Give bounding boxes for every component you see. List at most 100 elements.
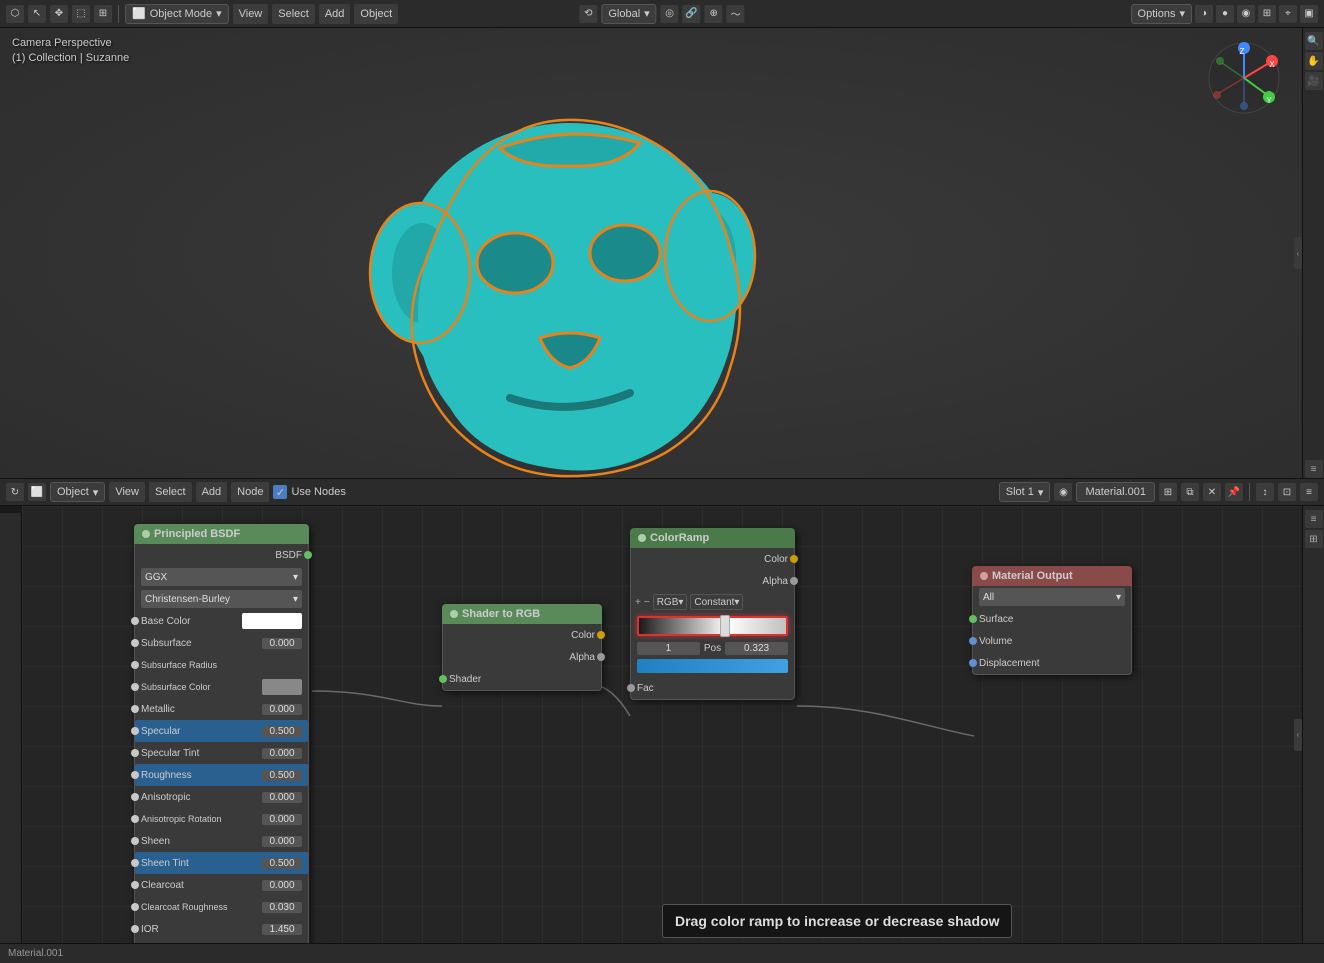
shader-input-socket[interactable] [439, 675, 447, 683]
cursor-icon[interactable]: ↖ [28, 5, 46, 23]
viewport-collapse-handle[interactable]: ‹ [1294, 237, 1302, 269]
subsurface-socket[interactable] [131, 639, 139, 647]
viewport-canvas[interactable]: Camera Perspective (1) Collection | Suza… [0, 28, 1324, 478]
base-color-swatch[interactable] [242, 613, 302, 629]
ggx-dropdown[interactable]: GGX ▾ [141, 568, 302, 586]
ramp-color-bar[interactable] [637, 659, 788, 673]
xray-toggle[interactable]: ▣ [1300, 5, 1318, 23]
material-delete-icon[interactable]: ✕ [1203, 483, 1221, 501]
sheen-socket[interactable] [131, 837, 139, 845]
colorramp-header[interactable]: ColorRamp [630, 528, 795, 548]
christensen-dropdown[interactable]: Christensen-Burley ▾ [141, 590, 302, 608]
node-select-menu[interactable]: Select [149, 482, 192, 502]
gizmo-toggle[interactable]: ⌖ [1279, 5, 1297, 23]
select-menu[interactable]: Select [272, 4, 315, 24]
displacement-socket[interactable] [969, 659, 977, 667]
bsdf-output-socket[interactable] [304, 551, 312, 559]
fac-socket[interactable] [627, 684, 635, 692]
shader-rgb-color-socket[interactable] [597, 631, 605, 639]
subsurface-radius-socket[interactable] [131, 661, 139, 669]
viewport-shading-material[interactable]: ● [1216, 5, 1234, 23]
global-dropdown[interactable]: Global ▾ [601, 4, 656, 24]
shader-to-rgb-node[interactable]: Shader to RGB Color Alpha [442, 604, 602, 691]
node-bar-icon1[interactable]: ↕ [1256, 483, 1274, 501]
matout-header[interactable]: Material Output [972, 566, 1132, 586]
slot-dropdown[interactable]: Slot 1 ▾ [999, 482, 1051, 502]
specular-tint-socket[interactable] [131, 749, 139, 757]
object-mode-dropdown[interactable]: ⬜ Object Mode ▾ [125, 4, 229, 24]
shader-rgb-alpha-socket[interactable] [597, 653, 605, 661]
hand-icon[interactable]: ✋ [1305, 52, 1323, 70]
node-editor-collapse-handle[interactable]: ‹ [1294, 719, 1302, 751]
box-select-icon[interactable]: ⬚ [72, 5, 90, 23]
anisotropic-rot-socket[interactable] [131, 815, 139, 823]
bsdf-node-header[interactable]: Principled BSDF [134, 524, 309, 544]
node-canvas[interactable]: Principled BSDF BSDF GGX ▾ [22, 506, 1302, 963]
node-panel-icon1[interactable]: ≡ [1305, 510, 1323, 528]
add-menu[interactable]: Add [319, 4, 351, 24]
colorramp-node[interactable]: ColorRamp Color Alpha + [630, 528, 795, 700]
roughness-socket[interactable] [131, 771, 139, 779]
transform-icon[interactable]: ⊞ [94, 5, 112, 23]
anisotropic-socket[interactable] [131, 793, 139, 801]
node-type-icon[interactable]: ⬜ [28, 483, 46, 501]
node-add-menu[interactable]: Add [196, 482, 228, 502]
surface-socket[interactable] [969, 615, 977, 623]
colorramp-color-socket[interactable] [790, 555, 798, 563]
blender-icon[interactable]: ⬡ [6, 5, 24, 23]
viewport-shading-rendered[interactable]: ◉ [1237, 5, 1255, 23]
specular-socket[interactable] [131, 727, 139, 735]
wave-icon[interactable]: 〜 [727, 5, 745, 23]
viewport-shading-solid[interactable]: ◑ [1195, 5, 1213, 23]
move-icon[interactable]: ✥ [50, 5, 68, 23]
ramp-remove-icon[interactable]: − [644, 597, 650, 608]
subsurface-color-swatch[interactable] [262, 679, 302, 695]
metallic-socket[interactable] [131, 705, 139, 713]
overlay-toggle[interactable]: ⊞ [1258, 5, 1276, 23]
viewport-gizmo[interactable]: Z X Y [1204, 38, 1284, 118]
zoom-in-icon[interactable]: 🔍 [1305, 32, 1323, 50]
node-panel-icon2[interactable]: ⊞ [1305, 530, 1323, 548]
settings-icon[interactable]: ≡ [1305, 460, 1323, 478]
snap-toggle[interactable]: 🔗 [683, 5, 701, 23]
subsurface-color-socket[interactable] [131, 683, 139, 691]
use-nodes-toggle[interactable]: ✓ Use Nodes [273, 485, 345, 499]
principled-bsdf-node[interactable]: Principled BSDF BSDF GGX ▾ [134, 524, 309, 963]
clearcoat-rough-socket[interactable] [131, 903, 139, 911]
node-editor-icon[interactable]: ↻ [6, 483, 24, 501]
all-dropdown[interactable]: All ▾ [979, 588, 1125, 606]
rgb-dropdown[interactable]: RGB ▾ [653, 594, 688, 610]
clearcoat-socket[interactable] [131, 881, 139, 889]
sheen-tint-socket[interactable] [131, 859, 139, 867]
camera-icon[interactable]: 🎥 [1305, 72, 1323, 90]
volume-socket[interactable] [969, 637, 977, 645]
material-output-node[interactable]: Material Output All ▾ Surface [972, 566, 1132, 675]
object-menu[interactable]: Object [354, 4, 398, 24]
proportional-icon[interactable]: ◎ [661, 5, 679, 23]
node-view-menu[interactable]: View [109, 482, 145, 502]
constant-dropdown[interactable]: Constant ▾ [690, 594, 743, 610]
node-bar-icon2[interactable]: ⊡ [1278, 483, 1296, 501]
options-dropdown[interactable]: Options ▾ [1131, 4, 1192, 24]
material-shield-icon[interactable]: ⊞ [1159, 483, 1177, 501]
3d-viewport[interactable]: Camera Perspective (1) Collection | Suza… [0, 28, 1324, 478]
transform-pivot[interactable]: ⊕ [705, 5, 723, 23]
material-pin-icon[interactable]: 📌 [1225, 483, 1243, 501]
material-copy-icon[interactable]: ⧉ [1181, 483, 1199, 501]
use-nodes-checkbox[interactable]: ✓ [273, 485, 287, 499]
snap-icon[interactable]: ⟲ [579, 5, 597, 23]
ior-socket[interactable] [131, 925, 139, 933]
node-bar-icon3[interactable]: ≡ [1300, 483, 1318, 501]
base-color-socket[interactable] [131, 617, 139, 625]
node-editor[interactable]: Principled BSDF BSDF GGX ▾ [22, 506, 1302, 963]
ramp-add-icon[interactable]: + [635, 597, 641, 608]
ramp-handle[interactable] [720, 615, 730, 637]
view-menu[interactable]: View [233, 4, 269, 24]
shader-to-rgb-header[interactable]: Shader to RGB [442, 604, 602, 624]
material-name-field[interactable]: Material.001 [1076, 482, 1155, 502]
node-object-dropdown[interactable]: Object ▾ [50, 482, 105, 502]
material-sphere-icon[interactable]: ◉ [1054, 483, 1072, 501]
color-ramp-gradient[interactable] [637, 616, 788, 636]
colorramp-alpha-socket[interactable] [790, 577, 798, 585]
node-node-menu[interactable]: Node [231, 482, 269, 502]
